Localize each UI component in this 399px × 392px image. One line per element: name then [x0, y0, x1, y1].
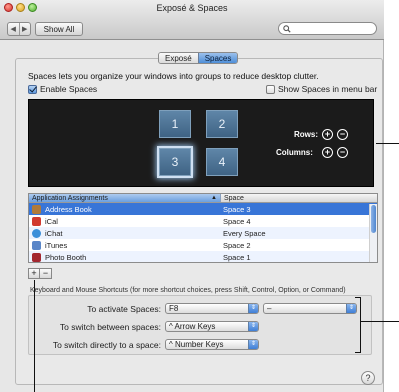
search-input[interactable] — [291, 23, 371, 34]
popup-arrow-icon: ⇕ — [248, 322, 258, 331]
table-header: Application Assignments ▲ Space — [29, 194, 377, 203]
callout-bracket-shortcuts — [360, 297, 361, 353]
ical-icon — [32, 216, 41, 226]
search-icon — [283, 24, 291, 33]
rows-label: Rows: — [294, 130, 318, 139]
space-tile-2[interactable]: 2 — [206, 110, 238, 138]
switch-directly-value: ^ Number Keys — [169, 340, 224, 349]
table-row[interactable]: Photo Booth Space 1 ⇕ — [29, 251, 377, 262]
app-name: Address Book — [45, 204, 92, 214]
table-row[interactable]: iChat Every Space ⇕ — [29, 227, 377, 239]
app-name: iCal — [45, 216, 58, 226]
enable-spaces-option[interactable]: Enable Spaces — [28, 84, 98, 95]
show-in-menubar-checkbox[interactable] — [266, 85, 275, 95]
application-assignments-table[interactable]: Application Assignments ▲ Space Address … — [28, 193, 378, 263]
add-assignment-button[interactable]: + — [28, 268, 40, 279]
space-tile-4[interactable]: 4 — [206, 148, 238, 176]
switch-directly-label: To switch directly to a space: — [52, 340, 161, 350]
table-row[interactable]: iTunes Space 2 ⇕ — [29, 239, 377, 251]
forward-arrow-icon[interactable]: ▶ — [18, 23, 31, 35]
show-all-button[interactable]: Show All — [35, 22, 83, 36]
remove-column-button[interactable]: − — [337, 147, 348, 158]
spaces-grid-preview: 1 2 3 4 Rows: + − Columns: + − — [28, 99, 374, 187]
switch-between-value: ^ Arrow Keys — [169, 322, 216, 331]
ichat-icon — [32, 228, 41, 238]
callout-bracket-bottom — [355, 352, 361, 353]
show-in-menubar-option[interactable]: Show Spaces in menu bar — [266, 84, 378, 95]
add-row-button[interactable]: + — [322, 129, 333, 140]
photo-booth-icon — [32, 252, 41, 262]
space-tile-3[interactable]: 3 — [159, 148, 191, 176]
space-value[interactable]: Every Space — [223, 229, 367, 238]
preferences-window: Exposé & Spaces ◀ ▶ Show All Exposé Spac… — [0, 0, 384, 392]
popup-arrow-icon: ⇕ — [346, 304, 356, 313]
window-title: Exposé & Spaces — [156, 3, 228, 13]
switch-directly-popup[interactable]: ^ Number Keys ⇕ — [165, 339, 259, 350]
column-header-application-label: Application Assignments — [32, 194, 108, 202]
activate-spaces-mouse-popup[interactable]: – ⇕ — [263, 303, 357, 314]
scrollbar-thumb[interactable] — [371, 205, 376, 233]
app-name: iChat — [45, 228, 63, 238]
remove-row-button[interactable]: − — [337, 129, 348, 140]
space-value[interactable]: Space 1 — [223, 253, 367, 262]
column-header-space[interactable]: Space — [221, 194, 377, 202]
tab-spaces[interactable]: Spaces — [197, 53, 238, 63]
shortcuts-box: To activate Spaces: F8 ⇕ – ⇕ To switch b… — [28, 295, 372, 355]
callout-line-shortcuts — [361, 321, 399, 322]
add-remove-buttons: + − — [28, 268, 52, 279]
shortcuts-heading: Keyboard and Mouse Shortcuts (for more s… — [30, 287, 346, 294]
sort-ascending-icon: ▲ — [211, 195, 217, 201]
switch-between-label: To switch between spaces: — [59, 322, 161, 332]
callout-line-add-remove — [34, 280, 35, 392]
space-value[interactable]: Space 2 — [223, 241, 367, 250]
column-header-application[interactable]: Application Assignments ▲ — [29, 194, 221, 202]
address-book-icon — [32, 204, 41, 214]
table-row[interactable]: Address Book Space 3 ⇕ — [29, 203, 377, 215]
table-scrollbar[interactable] — [369, 204, 377, 262]
switch-between-popup[interactable]: ^ Arrow Keys ⇕ — [165, 321, 259, 332]
back-arrow-icon[interactable]: ◀ — [8, 23, 19, 35]
app-name: Photo Booth — [45, 252, 87, 262]
title-bar: Exposé & Spaces ◀ ▶ Show All — [0, 0, 384, 40]
callout-bracket-top — [355, 297, 361, 298]
space-value[interactable]: Space 4 — [223, 217, 367, 226]
itunes-icon — [32, 240, 41, 250]
add-column-button[interactable]: + — [322, 147, 333, 158]
activate-spaces-mouse-value: – — [267, 304, 272, 313]
callout-line-spaces-grid — [376, 143, 399, 144]
help-button[interactable]: ? — [361, 371, 375, 385]
tab-expose[interactable]: Exposé — [159, 53, 198, 63]
spaces-description: Spaces lets you organize your windows in… — [28, 71, 319, 81]
space-tile-1[interactable]: 1 — [159, 110, 191, 138]
popup-arrow-icon: ⇕ — [248, 340, 258, 349]
table-row[interactable]: iCal Space 4 ⇕ — [29, 215, 377, 227]
activate-spaces-key-popup[interactable]: F8 ⇕ — [165, 303, 259, 314]
space-value[interactable]: Space 3 — [223, 205, 367, 214]
show-in-menubar-label: Show Spaces in menu bar — [278, 84, 378, 94]
activate-spaces-key-value: F8 — [169, 304, 179, 313]
enable-spaces-checkbox[interactable] — [28, 85, 37, 95]
enable-spaces-label: Enable Spaces — [40, 84, 98, 94]
remove-assignment-button[interactable]: − — [40, 268, 52, 279]
popup-arrow-icon: ⇕ — [248, 304, 258, 313]
columns-label: Columns: — [276, 148, 313, 157]
app-name: iTunes — [45, 240, 68, 250]
activate-spaces-label: To activate Spaces: — [87, 304, 161, 314]
search-field[interactable] — [278, 22, 377, 35]
tab-bar: Exposé Spaces — [158, 52, 239, 64]
nav-buttons: ◀ ▶ — [7, 22, 31, 36]
